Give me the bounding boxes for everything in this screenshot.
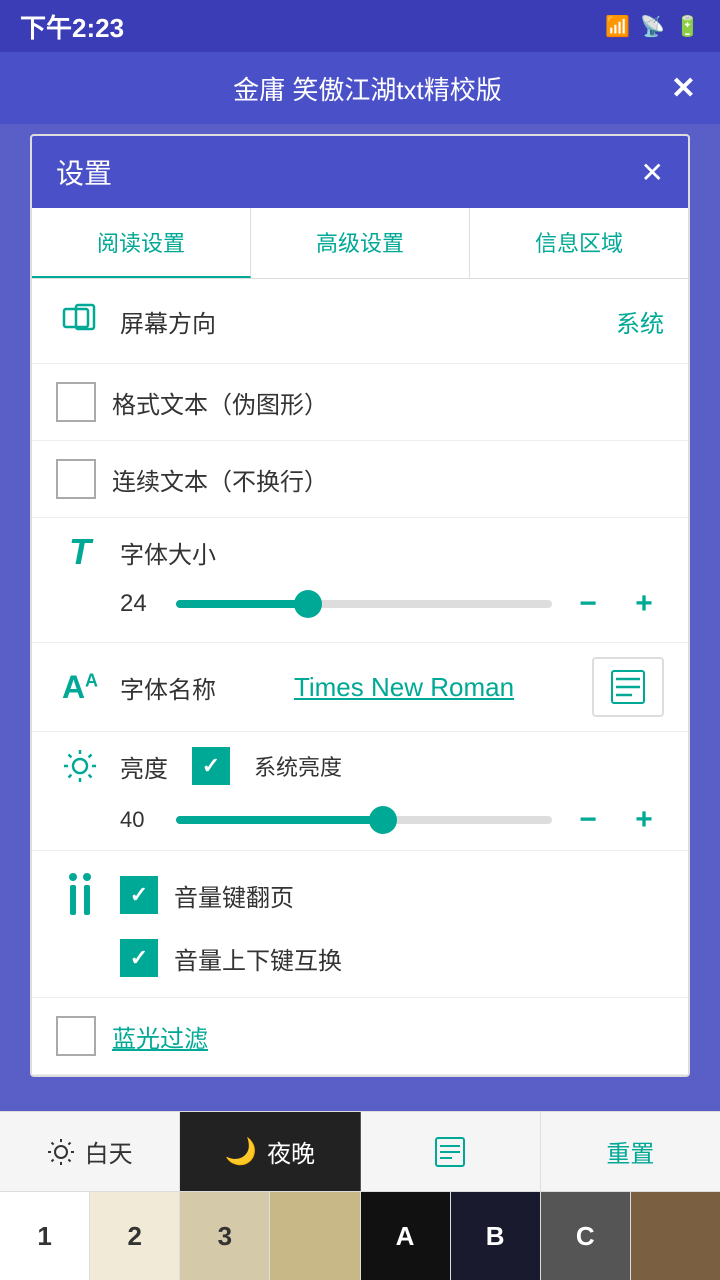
bottom-toolbar: 白天 🌙 夜晚 重置 1 2 3 bbox=[0, 1111, 720, 1280]
screen-orientation-value[interactable]: 系统 bbox=[616, 304, 664, 339]
continuous-text-row: 连续文本（不换行） bbox=[32, 441, 688, 518]
screen-orientation-row: 屏幕方向 系统 bbox=[32, 279, 688, 364]
system-brightness-checkbox[interactable] bbox=[192, 747, 230, 785]
theme-button-sepia[interactable] bbox=[631, 1192, 720, 1280]
volume-swap-row: 音量上下键互换 bbox=[56, 929, 664, 987]
theme-button-4[interactable] bbox=[270, 1192, 360, 1280]
app-title: 金庸 笑傲江湖txt精校版 bbox=[64, 70, 671, 107]
font-size-row: 24 − + bbox=[56, 584, 664, 624]
night-mode-button[interactable]: 🌙 夜晚 bbox=[180, 1112, 360, 1191]
theme-1-label: 1 bbox=[37, 1221, 51, 1252]
theme-button-c[interactable]: C bbox=[541, 1192, 631, 1280]
screen-orientation-icon bbox=[56, 297, 104, 345]
font-name-value[interactable]: Times New Roman bbox=[232, 672, 576, 703]
settings-header: 设置 ✕ bbox=[32, 136, 688, 208]
theme-c-label: C bbox=[576, 1221, 595, 1252]
night-mode-label: 夜晚 bbox=[267, 1134, 315, 1169]
volume-section: 音量键翻页 音量上下键互换 bbox=[32, 851, 688, 998]
tab-advanced-settings[interactable]: 高级设置 bbox=[251, 208, 470, 278]
toolbar-mode-row: 白天 🌙 夜晚 重置 bbox=[0, 1112, 720, 1192]
font-name-icon: AA bbox=[56, 663, 104, 711]
theme-3-label: 3 bbox=[218, 1221, 232, 1252]
format-text-label: 格式文本（伪图形） bbox=[112, 385, 664, 420]
brightness-value: 40 bbox=[120, 807, 160, 833]
font-size-slider[interactable] bbox=[176, 600, 552, 608]
theme-button-3[interactable]: 3 bbox=[180, 1192, 270, 1280]
brightness-label: 亮度 bbox=[120, 749, 168, 784]
font-size-increase-button[interactable]: + bbox=[624, 584, 664, 624]
save-button[interactable] bbox=[361, 1112, 541, 1191]
format-text-checkbox[interactable] bbox=[56, 382, 96, 422]
font-size-decrease-button[interactable]: − bbox=[568, 584, 608, 624]
screen-orientation-label: 屏幕方向 bbox=[120, 304, 600, 339]
settings-title: 设置 bbox=[56, 152, 112, 192]
status-bar: 下午2:23 📶 📡 🔋 bbox=[0, 0, 720, 52]
day-mode-button[interactable]: 白天 bbox=[0, 1112, 180, 1191]
volume-page-turn-label: 音量键翻页 bbox=[174, 878, 664, 913]
brightness-section: 亮度 系统亮度 40 − + bbox=[32, 732, 688, 851]
volume-page-turn-checkbox[interactable] bbox=[120, 876, 158, 914]
volume-swap-label: 音量上下键互换 bbox=[174, 941, 664, 976]
font-size-icon: T bbox=[56, 528, 104, 576]
reset-label: 重置 bbox=[606, 1134, 654, 1169]
theme-2-label: 2 bbox=[127, 1221, 141, 1252]
system-brightness-label: 系统亮度 bbox=[254, 750, 342, 782]
signal-icon: 📶 bbox=[605, 14, 630, 39]
moon-icon: 🌙 bbox=[225, 1136, 257, 1167]
theme-b-label: B bbox=[486, 1221, 505, 1252]
brightness-top-row: 亮度 系统亮度 bbox=[56, 742, 664, 790]
tab-reading-settings[interactable]: 阅读设置 bbox=[32, 208, 251, 278]
font-name-label: 字体名称 bbox=[120, 670, 216, 705]
toolbar-themes-row: 1 2 3 A B C bbox=[0, 1192, 720, 1280]
font-size-value: 24 bbox=[120, 590, 160, 618]
blue-light-label[interactable]: 蓝光过滤 bbox=[112, 1019, 208, 1054]
format-text-row: 格式文本（伪图形） bbox=[32, 364, 688, 441]
settings-content: 屏幕方向 系统 格式文本（伪图形） 连续文本（不换行） T 字体大小 bbox=[32, 279, 688, 1075]
title-bar: 金庸 笑傲江湖txt精校版 ✕ bbox=[0, 52, 720, 124]
settings-tabs: 阅读设置 高级设置 信息区域 bbox=[32, 208, 688, 279]
status-icons: 📶 📡 🔋 bbox=[605, 14, 700, 39]
brightness-icon bbox=[56, 742, 104, 790]
brightness-slider-row: 40 − + bbox=[120, 800, 664, 840]
status-time: 下午2:23 bbox=[20, 8, 124, 45]
reset-button[interactable]: 重置 bbox=[541, 1112, 720, 1191]
brightness-increase-button[interactable]: + bbox=[624, 800, 664, 840]
continuous-text-label: 连续文本（不换行） bbox=[112, 462, 664, 497]
volume-page-turn-row: 音量键翻页 bbox=[56, 861, 664, 929]
brightness-decrease-button[interactable]: − bbox=[568, 800, 608, 840]
font-size-section: T 字体大小 24 − + bbox=[32, 518, 688, 643]
day-mode-label: 白天 bbox=[85, 1134, 133, 1169]
theme-button-2[interactable]: 2 bbox=[90, 1192, 180, 1280]
volume-swap-checkbox[interactable] bbox=[120, 939, 158, 977]
settings-close-button[interactable]: ✕ bbox=[641, 156, 664, 189]
blue-light-row: 蓝光过滤 bbox=[32, 998, 688, 1075]
continuous-text-checkbox[interactable] bbox=[56, 459, 96, 499]
wifi-icon: 📡 bbox=[640, 14, 665, 39]
tab-info-area[interactable]: 信息区域 bbox=[470, 208, 688, 278]
font-size-label: 字体大小 bbox=[120, 535, 216, 570]
theme-button-1[interactable]: 1 bbox=[0, 1192, 90, 1280]
font-name-picker-button[interactable] bbox=[592, 657, 664, 717]
battery-icon: 🔋 bbox=[675, 14, 700, 39]
theme-a-label: A bbox=[396, 1221, 415, 1252]
settings-modal: 设置 ✕ 阅读设置 高级设置 信息区域 屏幕方向 系统 bbox=[30, 134, 690, 1077]
font-name-row: AA 字体名称 Times New Roman bbox=[32, 643, 688, 732]
volume-icon bbox=[56, 871, 104, 919]
theme-button-a[interactable]: A bbox=[361, 1192, 451, 1280]
theme-button-b[interactable]: B bbox=[451, 1192, 541, 1280]
blue-light-checkbox[interactable] bbox=[56, 1016, 96, 1056]
title-close-button[interactable]: ✕ bbox=[671, 71, 696, 106]
brightness-slider[interactable] bbox=[176, 816, 552, 824]
